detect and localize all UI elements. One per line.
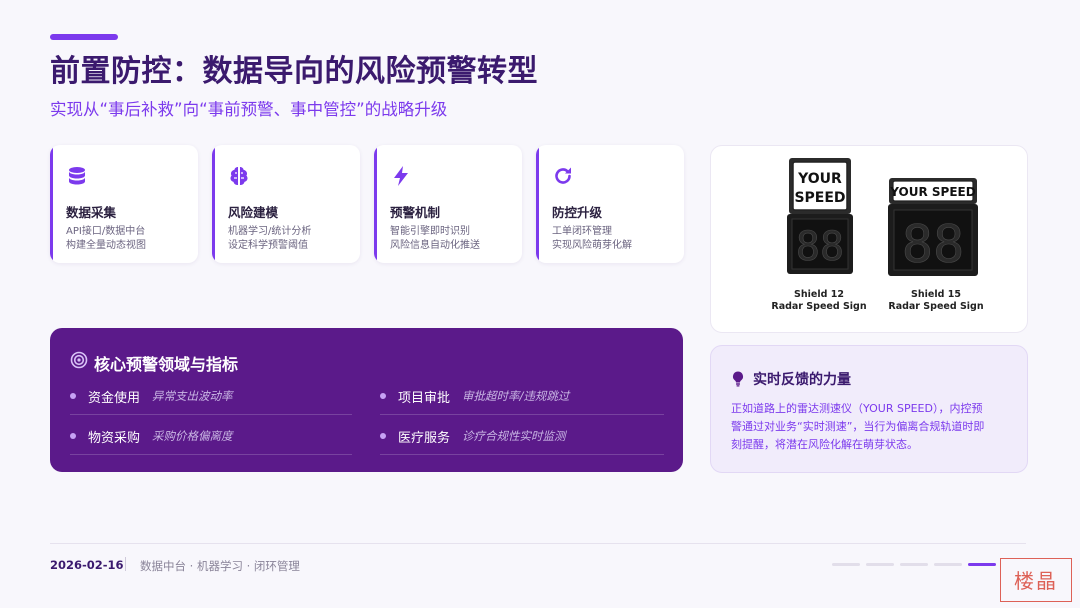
page-dot-active[interactable] — [968, 563, 996, 566]
page-dot[interactable] — [934, 563, 962, 566]
card-line: 构建全量动态视图 — [66, 240, 146, 251]
page-dot[interactable] — [832, 563, 860, 566]
radar-sign-photo: YOUR SPEED 88 Shield 12 Radar Speed Sign… — [710, 145, 1028, 333]
page-subtitle: 实现从“事后补救”向“事前预警、事中管控”的战略升级 — [50, 100, 448, 119]
sign-caption: Shield 15 Radar Speed Sign — [888, 289, 984, 312]
database-icon — [69, 167, 85, 185]
bullet-dot-icon — [380, 433, 386, 439]
metric-name: 项目审批 — [398, 391, 451, 406]
card-risk-modeling: 风险建模 机器学习/统计分析 设定科学预警阈值 — [212, 145, 360, 263]
card-data-collection: 数据采集 API接口/数据中台 构建全量动态视图 — [50, 145, 198, 263]
metric-name: 物资采购 — [88, 431, 141, 446]
card-line: API接口/数据中台 — [66, 226, 146, 237]
core-warning-panel: 核心预警领域与指标 资金使用 异常支出波动率 项目审批 审批超时率/违规跳过 物… — [50, 328, 683, 472]
bullet-dot-icon — [70, 433, 76, 439]
card-line: 工单闭环管理 — [552, 226, 612, 237]
card-control-upgrade: 防控升级 工单闭环管理 实现风险萌芽化解 — [536, 145, 684, 263]
metric-desc: 诊疗合规性实时监测 — [462, 429, 566, 443]
metric-item: 医疗服务 诊疗合规性实时监测 — [380, 420, 664, 455]
page-title: 前置防控：数据导向的风险预警转型 — [50, 54, 538, 89]
watermark-stamp: 楼晶 — [1000, 558, 1072, 602]
feedback-text: 警通过对业务“实时测速”，当行为偏离合规轨道时即 — [731, 420, 985, 433]
card-line: 智能引擎即时识别 — [390, 226, 470, 237]
card-line: 机器学习/统计分析 — [228, 226, 312, 237]
radar-speed-sign-image: YOUR SPEED 88 — [888, 178, 978, 276]
metric-item: 资金使用 异常支出波动率 — [70, 380, 352, 415]
brain-icon — [230, 167, 248, 185]
sign-caption: Shield 12 Radar Speed Sign — [771, 289, 867, 312]
feedback-text: 刻提醒，将潜在风险化解在萌芽状态。 — [731, 438, 918, 451]
radar-speed-sign-image: YOUR SPEED 88 — [787, 158, 853, 274]
page-dot[interactable] — [866, 563, 894, 566]
metric-desc: 采购价格偏离度 — [152, 429, 233, 443]
page-dot[interactable] — [900, 563, 928, 566]
metric-item: 物资采购 采购价格偏离度 — [70, 420, 352, 455]
title-accent-bar — [50, 34, 118, 40]
bullet-dot-icon — [70, 393, 76, 399]
card-title: 预警机制 — [390, 205, 441, 220]
sign-header: YOUR SPEED — [889, 185, 975, 199]
sign-header-line2: SPEED — [794, 190, 845, 206]
footer-divider — [50, 543, 1026, 544]
bolt-icon — [394, 166, 408, 186]
card-title: 风险建模 — [228, 205, 279, 220]
footer-separator — [125, 557, 126, 571]
sign-digits: 88 — [796, 224, 844, 270]
core-panel-title: 核心预警领域与指标 — [94, 355, 239, 374]
feedback-text: 正如道路上的雷达测速仪（YOUR SPEED），内控预 — [731, 402, 983, 415]
target-icon — [70, 351, 88, 369]
card-line: 实现风险萌芽化解 — [552, 240, 632, 251]
card-line: 设定科学预警阈值 — [228, 240, 308, 251]
metric-name: 医疗服务 — [398, 431, 451, 446]
lightbulb-icon — [733, 371, 743, 387]
sign-header-line1: YOUR — [797, 171, 842, 187]
feedback-panel: 实时反馈的力量 正如道路上的雷达测速仪（YOUR SPEED），内控预 警通过对… — [710, 345, 1028, 473]
card-title: 防控升级 — [552, 205, 603, 220]
metric-desc: 审批超时率/违规跳过 — [462, 389, 570, 403]
card-line: 风险信息自动化推送 — [390, 240, 480, 251]
metric-desc: 异常支出波动率 — [152, 389, 233, 403]
feedback-title: 实时反馈的力量 — [753, 372, 851, 388]
footer-date: 2026-02-16 — [50, 558, 124, 572]
sign-digits: 88 — [902, 215, 965, 275]
metric-item: 项目审批 审批超时率/违规跳过 — [380, 380, 664, 415]
metric-name: 资金使用 — [88, 391, 141, 406]
refresh-icon — [555, 167, 571, 184]
card-title: 数据采集 — [66, 205, 117, 220]
bullet-dot-icon — [380, 393, 386, 399]
card-warning-mechanism: 预警机制 智能引擎即时识别 风险信息自动化推送 — [374, 145, 522, 263]
footer-tags: 数据中台 · 机器学习 · 闭环管理 — [140, 559, 300, 573]
